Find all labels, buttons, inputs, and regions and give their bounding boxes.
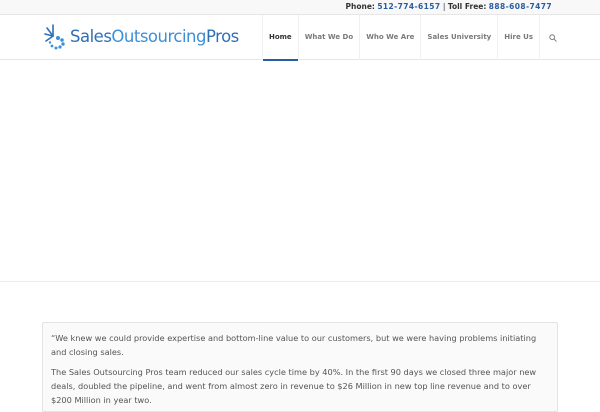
nav-item-sales-university[interactable]: Sales University (421, 15, 497, 60)
search-button[interactable] (540, 15, 566, 60)
main-nav: Home What We Do Who We Are Sales Univers… (261, 15, 600, 61)
logo-text: SalesOutsourcingPros (70, 26, 239, 46)
testimonial-paragraph-2: The Sales Outsourcing Pros team reduced … (51, 367, 537, 405)
nav-item-hire-us[interactable]: Hire Us (498, 15, 539, 60)
phone-number-link[interactable]: 512-774-6157 (377, 2, 440, 11)
top-contact-bar: Phone: 512-774-6157 | Toll Free: 888-608… (0, 0, 600, 15)
site-logo[interactable]: SalesOutsourcingPros (43, 22, 239, 52)
contact-info: Phone: 512-774-6157 | Toll Free: 888-608… (346, 2, 553, 12)
testimonial-paragraph-1: “We knew we could provide expertise and … (51, 333, 537, 357)
sales-logo-mark-icon (44, 24, 65, 50)
logo-word-sales: Sales (70, 26, 112, 46)
tollfree-number-link[interactable]: 888-608-7477 (489, 2, 552, 11)
logo-word-outsourcing: Outsourcing (111, 26, 206, 46)
contact-separator: | (442, 2, 446, 11)
search-icon (549, 33, 557, 42)
tollfree-label: Toll Free: (447, 2, 487, 11)
phone-label: Phone: (345, 2, 375, 11)
testimonial-box: “We knew we could provide expertise and … (42, 322, 558, 412)
nav-item-home[interactable]: Home (262, 15, 298, 61)
nav-item-what-we-do[interactable]: What We Do (299, 15, 360, 60)
logo-word-pros: Pros (206, 26, 239, 46)
hero-banner (0, 60, 600, 282)
nav-item-who-we-are[interactable]: Who We Are (360, 15, 420, 60)
site-header: SalesOutsourcingPros Home What We Do Who… (0, 15, 600, 61)
